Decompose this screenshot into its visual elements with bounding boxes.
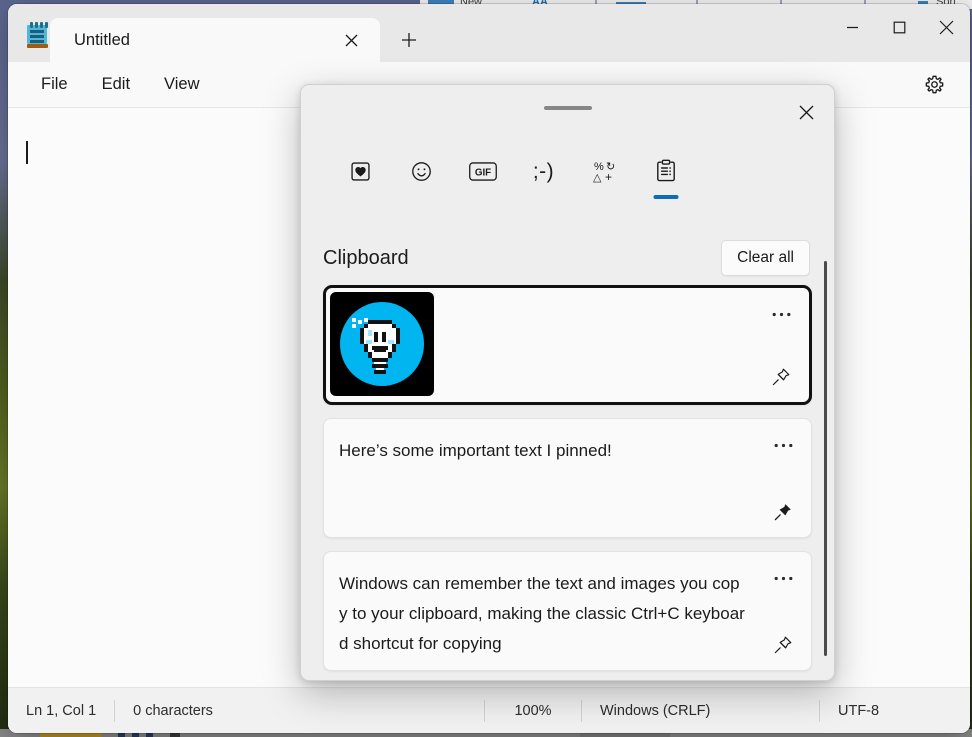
clipboard-item-text-long[interactable]: Windows can remember the text and images…: [323, 551, 812, 671]
clipboard-items-list[interactable]: Here’s some important text I pinned! Win…: [301, 281, 834, 681]
more-options-icon[interactable]: [765, 300, 797, 328]
tab-recently-used[interactable]: [330, 153, 391, 203]
clipboard-item-text-pinned[interactable]: Here’s some important text I pinned!: [323, 418, 812, 538]
status-line-ending[interactable]: Windows (CRLF): [582, 703, 819, 719]
clipboard-item-image[interactable]: [323, 285, 812, 405]
svg-text:△: △: [593, 172, 602, 183]
maximize-button[interactable]: [876, 4, 923, 50]
kaomoji-icon: ;-): [533, 153, 554, 189]
recently-used-icon: [349, 153, 372, 189]
pin-outline-icon[interactable]: [767, 630, 799, 660]
clipboard-section-header: Clipboard Clear all: [301, 240, 834, 276]
title-bar: Untitled: [8, 4, 970, 62]
pin-filled-icon[interactable]: [767, 497, 799, 527]
pin-outline-icon[interactable]: [765, 362, 797, 392]
tab-title: Untitled: [74, 31, 336, 50]
svg-text:GIF: GIF: [474, 167, 490, 178]
close-icon[interactable]: [790, 97, 822, 127]
close-button[interactable]: [923, 4, 970, 50]
window-controls: [829, 4, 970, 50]
tab-close-icon[interactable]: [336, 25, 366, 55]
document-tab[interactable]: Untitled: [50, 18, 380, 62]
clipboard-history-flyout: GIF ;-) % ↻ △ +: [300, 84, 835, 681]
pixel-lightbulb-avatar: [330, 292, 434, 396]
page-title: Clipboard: [323, 247, 409, 270]
tab-kaomoji[interactable]: ;-): [513, 153, 574, 203]
emoji-panel-tabstrip: GIF ;-) % ↻ △ +: [301, 153, 834, 203]
tab-gif[interactable]: GIF: [452, 153, 513, 203]
more-options-icon[interactable]: [767, 564, 799, 592]
clear-all-button[interactable]: Clear all: [721, 240, 810, 276]
clipboard-icon: [655, 153, 677, 189]
gear-icon[interactable]: [918, 69, 950, 101]
minimize-button[interactable]: [829, 4, 876, 50]
status-encoding[interactable]: UTF-8: [820, 703, 970, 719]
clipboard-item-text: Here’s some important text I pinned!: [339, 436, 745, 466]
menu-item-view[interactable]: View: [147, 69, 216, 100]
clipboard-item-text: Windows can remember the text and images…: [339, 569, 745, 659]
status-line-column: Ln 1, Col 1: [8, 703, 114, 719]
notepad-icon: [24, 22, 50, 48]
new-tab-icon[interactable]: [394, 25, 424, 55]
gif-icon: GIF: [469, 153, 497, 189]
clipboard-scrollbar[interactable]: [824, 261, 827, 656]
text-cursor: [26, 141, 28, 164]
tab-emoji[interactable]: [391, 153, 452, 203]
drag-handle-icon[interactable]: [544, 106, 592, 110]
status-zoom-level[interactable]: 100%: [485, 703, 581, 719]
more-options-icon[interactable]: [767, 431, 799, 459]
emoji-icon: [410, 153, 433, 189]
menu-item-edit[interactable]: Edit: [85, 69, 147, 100]
status-character-count: 0 characters: [115, 703, 484, 719]
symbols-icon: % ↻ △ +: [592, 153, 618, 189]
tab-symbols[interactable]: % ↻ △ +: [574, 153, 635, 203]
status-bar: Ln 1, Col 1 0 characters 100% Windows (C…: [8, 687, 970, 733]
tab-clipboard[interactable]: [635, 153, 696, 203]
svg-text:+: +: [605, 170, 612, 183]
menu-item-file[interactable]: File: [24, 69, 85, 100]
